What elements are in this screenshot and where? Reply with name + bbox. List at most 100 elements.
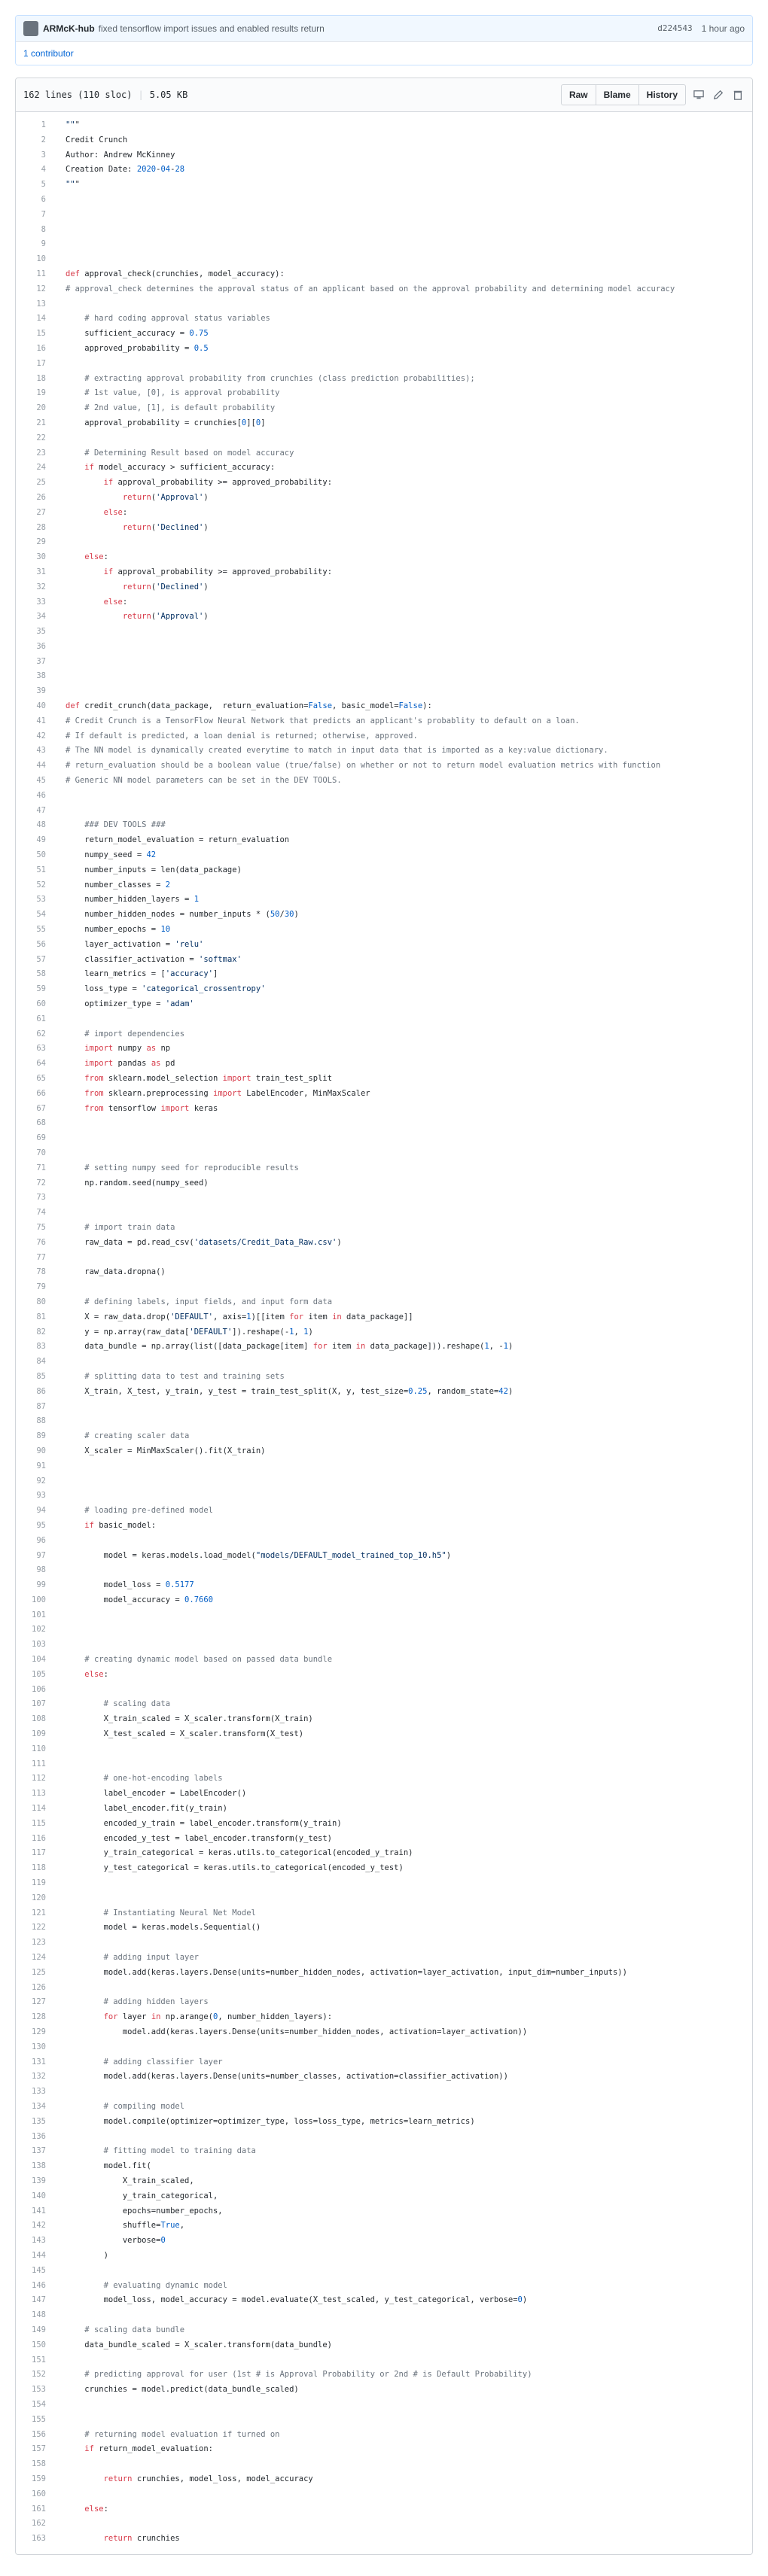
line-number[interactable]: 53 [16, 893, 55, 908]
line-number[interactable]: 135 [16, 2115, 55, 2130]
line-number[interactable]: 142 [16, 2219, 55, 2234]
line-number[interactable]: 32 [16, 580, 55, 595]
line-number[interactable]: 48 [16, 818, 55, 833]
line-number[interactable]: 20 [16, 401, 55, 416]
line-number[interactable]: 115 [16, 1817, 55, 1832]
line-number[interactable]: 18 [16, 372, 55, 387]
line-number[interactable]: 73 [16, 1191, 55, 1206]
line-number[interactable]: 106 [16, 1683, 55, 1698]
line-number[interactable]: 37 [16, 655, 55, 670]
line-number[interactable]: 65 [16, 1072, 55, 1087]
line-number[interactable]: 80 [16, 1295, 55, 1310]
line-number[interactable]: 82 [16, 1325, 55, 1340]
line-number[interactable]: 134 [16, 2100, 55, 2115]
line-number[interactable]: 33 [16, 595, 55, 610]
line-number[interactable]: 58 [16, 967, 55, 982]
line-number[interactable]: 68 [16, 1116, 55, 1131]
line-number[interactable]: 155 [16, 2413, 55, 2428]
line-number[interactable]: 130 [16, 2040, 55, 2055]
line-number[interactable]: 13 [16, 297, 55, 312]
line-number[interactable]: 154 [16, 2398, 55, 2413]
line-number[interactable]: 132 [16, 2070, 55, 2085]
line-number[interactable]: 61 [16, 1012, 55, 1027]
line-number[interactable]: 10 [16, 252, 55, 267]
line-number[interactable]: 112 [16, 1772, 55, 1787]
line-number[interactable]: 31 [16, 565, 55, 580]
line-number[interactable]: 117 [16, 1846, 55, 1861]
commit-sha[interactable]: d224543 [657, 23, 692, 34]
line-number[interactable]: 66 [16, 1087, 55, 1102]
code-body[interactable]: 1 """ 2 Credit Crunch 3 Author: Andrew McKinn… [16, 112, 752, 2554]
line-number[interactable]: 15 [16, 327, 55, 342]
line-number[interactable]: 11 [16, 267, 55, 282]
commit-message[interactable]: fixed tensorflow import issues and enabl… [99, 23, 325, 34]
line-number[interactable]: 35 [16, 625, 55, 640]
line-number[interactable]: 85 [16, 1370, 55, 1385]
line-number[interactable]: 153 [16, 2383, 55, 2398]
line-number[interactable]: 69 [16, 1131, 55, 1146]
line-number[interactable]: 129 [16, 2025, 55, 2040]
line-number[interactable]: 67 [16, 1102, 55, 1117]
line-number[interactable]: 70 [16, 1146, 55, 1161]
line-number[interactable]: 83 [16, 1340, 55, 1355]
line-number[interactable]: 54 [16, 908, 55, 923]
line-number[interactable]: 59 [16, 982, 55, 997]
line-number[interactable]: 56 [16, 938, 55, 953]
line-number[interactable]: 120 [16, 1891, 55, 1906]
line-number[interactable]: 141 [16, 2204, 55, 2219]
line-number[interactable]: 1 [16, 118, 55, 133]
line-number[interactable]: 75 [16, 1221, 55, 1236]
line-number[interactable]: 136 [16, 2130, 55, 2145]
line-number[interactable]: 74 [16, 1206, 55, 1221]
line-number[interactable]: 24 [16, 461, 55, 476]
line-number[interactable]: 118 [16, 1861, 55, 1876]
blame-button[interactable]: Blame [596, 84, 639, 105]
line-number[interactable]: 39 [16, 684, 55, 699]
line-number[interactable]: 77 [16, 1251, 55, 1266]
line-number[interactable]: 41 [16, 714, 55, 729]
line-number[interactable]: 49 [16, 833, 55, 848]
line-number[interactable]: 29 [16, 535, 55, 550]
line-number[interactable]: 19 [16, 386, 55, 401]
line-number[interactable]: 123 [16, 1936, 55, 1951]
line-number[interactable]: 110 [16, 1742, 55, 1757]
line-number[interactable]: 47 [16, 804, 55, 819]
line-number[interactable]: 8 [16, 223, 55, 238]
line-number[interactable]: 60 [16, 997, 55, 1012]
line-number[interactable]: 103 [16, 1638, 55, 1653]
line-number[interactable]: 161 [16, 2502, 55, 2517]
line-number[interactable]: 148 [16, 2308, 55, 2323]
line-number[interactable]: 4 [16, 163, 55, 178]
line-number[interactable]: 144 [16, 2249, 55, 2264]
line-number[interactable]: 143 [16, 2234, 55, 2249]
line-number[interactable]: 2 [16, 133, 55, 148]
line-number[interactable]: 119 [16, 1876, 55, 1891]
line-number[interactable]: 38 [16, 669, 55, 684]
line-number[interactable]: 109 [16, 1727, 55, 1742]
line-number[interactable]: 157 [16, 2442, 55, 2457]
line-number[interactable]: 27 [16, 506, 55, 521]
line-number[interactable]: 84 [16, 1355, 55, 1370]
line-number[interactable]: 128 [16, 2010, 55, 2025]
line-number[interactable]: 100 [16, 1593, 55, 1608]
line-number[interactable]: 22 [16, 431, 55, 446]
line-number[interactable]: 55 [16, 923, 55, 938]
line-number[interactable]: 89 [16, 1429, 55, 1444]
line-number[interactable]: 96 [16, 1534, 55, 1549]
line-number[interactable]: 104 [16, 1653, 55, 1668]
line-number[interactable]: 86 [16, 1385, 55, 1400]
line-number[interactable]: 93 [16, 1489, 55, 1504]
line-number[interactable]: 71 [16, 1161, 55, 1176]
line-number[interactable]: 72 [16, 1176, 55, 1191]
line-number[interactable]: 138 [16, 2159, 55, 2174]
line-number[interactable]: 7 [16, 208, 55, 223]
line-number[interactable]: 145 [16, 2264, 55, 2279]
line-number[interactable]: 124 [16, 1951, 55, 1966]
line-number[interactable]: 52 [16, 878, 55, 893]
line-number[interactable]: 46 [16, 789, 55, 804]
line-number[interactable]: 162 [16, 2517, 55, 2532]
line-number[interactable]: 105 [16, 1668, 55, 1683]
line-number[interactable]: 16 [16, 342, 55, 357]
line-number[interactable]: 64 [16, 1057, 55, 1072]
line-number[interactable]: 23 [16, 446, 55, 461]
